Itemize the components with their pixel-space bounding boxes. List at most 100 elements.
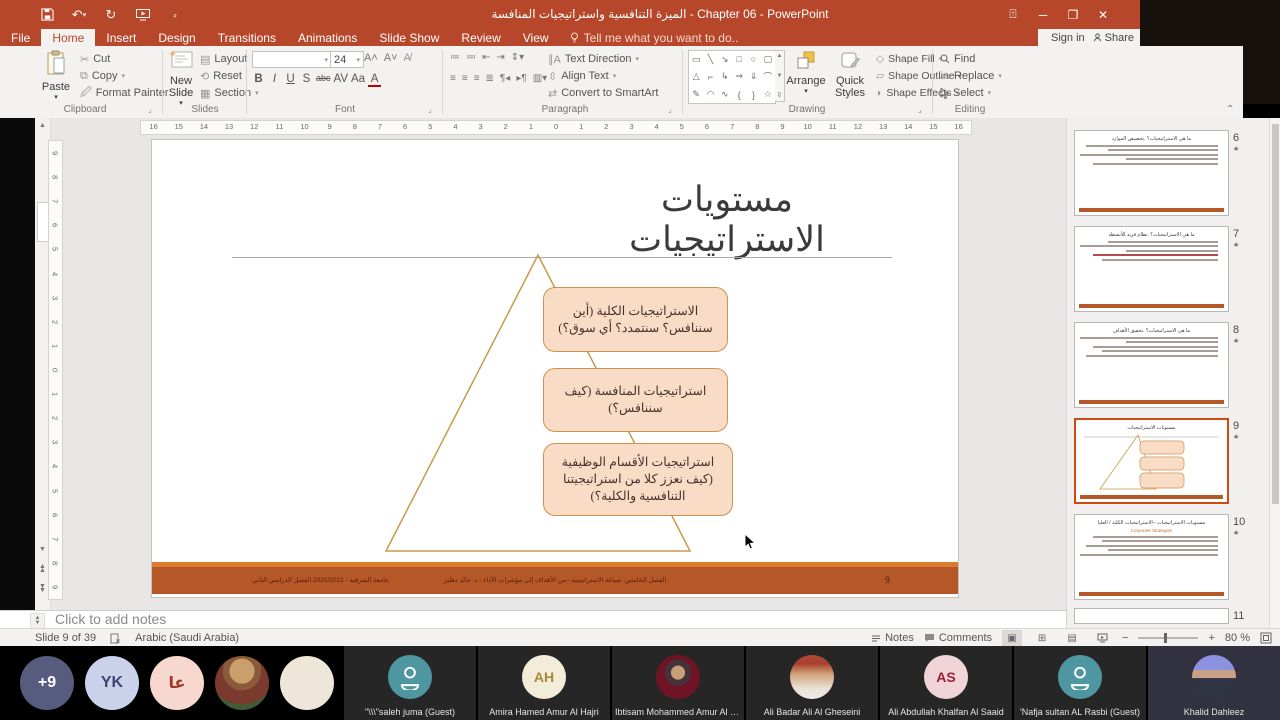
rounded-rectangle-icon[interactable]: ▢: [764, 54, 773, 65]
bullets-icon[interactable]: ≔: [450, 52, 460, 63]
rectangle-icon[interactable]: □: [736, 54, 741, 64]
curve-icon[interactable]: ◠: [707, 89, 715, 100]
ltr-direction-icon[interactable]: ▸¶: [516, 73, 526, 84]
participant-avatar-flowers[interactable]: [280, 656, 334, 710]
tell-me-box[interactable]: Tell me what you want to do..: [560, 29, 749, 46]
find-button[interactable]: Find: [940, 51, 975, 67]
slide-thumbnail-6[interactable]: ما هي الاستراتيجيات؟ .تخصيص الموارد: [1074, 130, 1229, 216]
notes-placeholder[interactable]: Click to add notes: [55, 611, 166, 629]
thumbnail-scrollbar-thumb[interactable]: [1272, 124, 1279, 504]
save-icon[interactable]: [38, 6, 56, 24]
text-direction-button[interactable]: ∥A Text Direction ▾: [548, 51, 639, 67]
italic-icon[interactable]: I: [268, 73, 281, 87]
scroll-up-icon[interactable]: ▲: [35, 118, 50, 132]
start-slideshow-icon[interactable]: [134, 6, 152, 24]
participant-tile-saleh-juma-guest[interactable]: "\\\"saleh juma (Guest): [344, 646, 476, 720]
shadow-icon[interactable]: S: [300, 73, 313, 87]
clipboard-dialog-launcher[interactable]: ⌟: [148, 105, 152, 114]
align-text-button[interactable]: ⇳ Align Text ▾: [548, 68, 616, 84]
shape-gallery-scrollbar[interactable]: ▲ ▼ ⊽: [775, 50, 785, 102]
align-center-icon[interactable]: ≡: [462, 73, 468, 84]
oval-icon[interactable]: ○: [751, 54, 756, 64]
pyramid-level-box[interactable]: استراتيجيات المنافسة (كيف سننافس؟): [543, 368, 728, 432]
line-arrow-icon[interactable]: ↘: [721, 54, 729, 65]
redo-icon[interactable]: ↻: [102, 6, 120, 24]
replace-button[interactable]: ab Replace ▾: [940, 68, 1002, 84]
tab-slide-show[interactable]: Slide Show: [368, 29, 450, 46]
new-slide-button[interactable]: New Slide ▾: [164, 50, 198, 107]
arc-icon[interactable]: ⌒: [763, 70, 772, 83]
star-icon[interactable]: ☆: [764, 89, 772, 100]
cut-button[interactable]: ✂ Cut: [80, 51, 110, 67]
strikethrough-icon[interactable]: abc: [316, 73, 331, 87]
accessibility-check-icon[interactable]: [110, 633, 121, 644]
participant-tile-nafja-sultan-al-rasbi-guest[interactable]: 'Nafja sultan AL Rasbi (Guest): [1014, 646, 1146, 720]
underline-icon[interactable]: U: [284, 73, 297, 87]
participant-tile-ibtisam-mohammed-amur-al-owaisi[interactable]: Ibtisam Mohammed Amur Al Owaisi: [612, 646, 744, 720]
freeform-icon[interactable]: ✎: [692, 89, 700, 100]
decrease-font-size-icon[interactable]: A˅: [384, 52, 398, 64]
zoom-out-button[interactable]: −: [1122, 632, 1128, 644]
decrease-indent-icon[interactable]: ⇤: [482, 52, 490, 63]
reading-view-button[interactable]: ▤: [1062, 630, 1082, 646]
participant-avatar-yk[interactable]: YK: [85, 656, 139, 710]
tab-view[interactable]: View: [512, 29, 560, 46]
font-size-combobox[interactable]: 24 ▾: [330, 51, 364, 68]
font-name-combobox[interactable]: ▾: [252, 51, 332, 68]
paragraph-dialog-launcher[interactable]: ⌟: [668, 105, 672, 114]
increase-indent-icon[interactable]: ⇥: [496, 52, 504, 63]
scribble-icon[interactable]: ∿: [721, 89, 729, 100]
participant-tile-ali-badar-ali-al-gheseini[interactable]: Ali Badar Ali Al Gheseini: [746, 646, 878, 720]
participant-avatar--[interactable]: عا: [150, 656, 204, 710]
participant-tile-amira-hamed-amur-al-hajri[interactable]: AH Amira Hamed Amur Al Hajri: [478, 646, 610, 720]
slide-thumbnail-7[interactable]: ما هي الاستراتيجيات؟ .نظام فريد للأنشطة: [1074, 226, 1229, 312]
line-spacing-icon[interactable]: ⇕▾: [511, 52, 524, 63]
reset-button[interactable]: ⟲ Reset: [200, 68, 242, 84]
slide-thumbnail-9[interactable]: مستويات الاستراتيجيات: [1074, 418, 1229, 504]
zoom-slider-thumb[interactable]: [1164, 633, 1168, 643]
tab-animations[interactable]: Animations: [287, 29, 368, 46]
elbow-connector-icon[interactable]: ⌐: [708, 72, 713, 82]
elbow-arrow-connector-icon[interactable]: ↳: [721, 71, 729, 82]
align-right-icon[interactable]: ≡: [474, 73, 480, 84]
character-spacing-icon[interactable]: AV: [334, 73, 349, 87]
slideshow-view-button[interactable]: [1092, 630, 1112, 646]
arrange-dropdown-arrow[interactable]: ▾: [786, 87, 826, 95]
collapse-ribbon-icon[interactable]: ⌃: [1226, 104, 1234, 115]
clear-formatting-icon[interactable]: A̸: [404, 52, 411, 64]
undo-icon[interactable]: ↶ ▾: [70, 6, 88, 24]
normal-view-button[interactable]: ▣: [1002, 630, 1023, 646]
participant-avatar-overflow-count[interactable]: +9: [20, 656, 74, 710]
right-arrow-icon[interactable]: ⇒: [735, 71, 743, 82]
slide-thumbnail-11[interactable]: [1074, 608, 1229, 624]
tab-file[interactable]: File: [0, 29, 41, 46]
columns-icon[interactable]: ▥▾: [533, 73, 547, 84]
copy-button[interactable]: ⧉ Copy ▾: [80, 68, 125, 84]
convert-to-smartart-button[interactable]: ⇄ Convert to SmartArt: [548, 85, 658, 101]
change-case-icon[interactable]: Aa: [351, 73, 365, 87]
numbering-icon[interactable]: ≕: [466, 52, 476, 63]
line-icon[interactable]: ╲: [708, 54, 713, 65]
comments-toggle[interactable]: Comments: [924, 632, 992, 644]
tab-design[interactable]: Design: [147, 29, 206, 46]
slide-thumbnail-10[interactable]: مستويات الاستراتيجيات –الاستراتيجيات الك…: [1074, 514, 1229, 600]
share-button[interactable]: Share: [1093, 32, 1134, 44]
bold-icon[interactable]: B: [252, 73, 265, 87]
zoom-slider[interactable]: [1138, 633, 1199, 643]
close-icon[interactable]: ✕: [1095, 8, 1111, 22]
customize-qat-icon[interactable]: ⸗: [166, 6, 184, 24]
participant-tile-ali-abdullah-khalfan-al-saaid[interactable]: AS Ali Abdullah Khalfan Al Saaid: [880, 646, 1012, 720]
right-brace-icon[interactable]: }: [752, 90, 755, 100]
text-box-icon[interactable]: ▭: [692, 54, 701, 65]
tab-transitions[interactable]: Transitions: [207, 29, 287, 46]
minimize-icon[interactable]: ─: [1035, 8, 1051, 22]
left-brace-icon[interactable]: {: [738, 90, 741, 100]
zoom-level[interactable]: 80 %: [1225, 632, 1250, 644]
participant-tile-khalid-dahleez[interactable]: Khalid Dahleez: [1148, 646, 1280, 720]
rtl-direction-icon[interactable]: ¶◂: [500, 73, 510, 84]
quick-styles-button[interactable]: Quick Styles: [828, 50, 872, 99]
section-button[interactable]: ▦ Section ▾: [200, 85, 259, 101]
slide-sorter-view-button[interactable]: ⊞: [1032, 630, 1052, 646]
participant-avatar-man-turban[interactable]: [215, 656, 269, 710]
select-button[interactable]: Select ▾: [940, 85, 991, 101]
